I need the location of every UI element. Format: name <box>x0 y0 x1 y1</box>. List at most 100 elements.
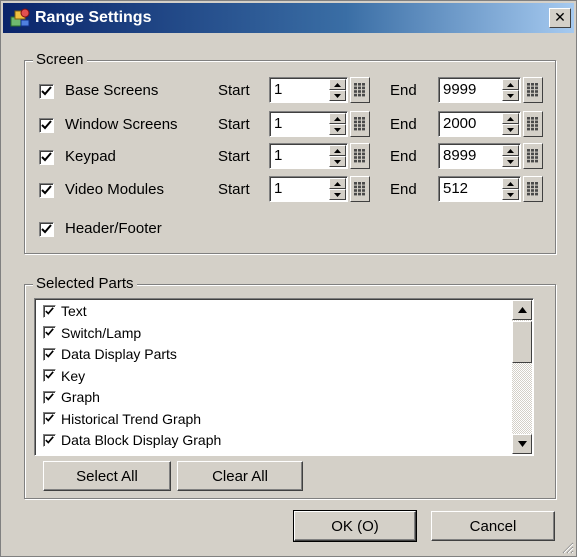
window-screens-start-spin-down[interactable] <box>329 124 346 135</box>
video-modules-end-spin-up[interactable] <box>502 178 519 189</box>
spin-up-arrow-icon <box>507 116 514 121</box>
ok-button[interactable]: OK (O) <box>293 510 417 542</box>
checkmark-icon <box>41 86 52 96</box>
list-item[interactable]: Data Block Display Graph <box>43 430 221 450</box>
window-screens-start-field[interactable]: 1 <box>269 111 348 137</box>
part-label: Graph <box>61 389 100 405</box>
spin-up-arrow-icon <box>334 181 341 186</box>
select-all-button[interactable]: Select All <box>43 461 171 491</box>
list-item[interactable]: Switch/Lamp <box>43 323 141 343</box>
window-screens-start-spin-up[interactable] <box>329 113 346 124</box>
part-checkbox[interactable] <box>43 412 56 425</box>
base-screens-start-value: 1 <box>274 81 283 98</box>
window-screens-start-label: Start <box>218 116 250 133</box>
checkmark-icon <box>45 371 54 379</box>
video-modules-start-spin-down[interactable] <box>329 189 346 200</box>
spin-up-arrow-icon <box>507 148 514 153</box>
scroll-up-button[interactable] <box>512 300 532 320</box>
keypad-start-field[interactable]: 1 <box>269 143 348 169</box>
part-checkbox[interactable] <box>43 326 56 339</box>
video-modules-checkbox[interactable] <box>39 183 54 198</box>
keypad-end-label: End <box>390 148 417 165</box>
list-item[interactable]: Historical Trend Graph <box>43 409 201 429</box>
clear-all-button[interactable]: Clear All <box>177 461 303 491</box>
close-button[interactable]: ✕ <box>549 8 571 28</box>
resize-grip-icon[interactable] <box>560 540 574 554</box>
base-screens-end-spin-up[interactable] <box>502 79 519 90</box>
parts-scrollbar[interactable] <box>512 300 532 454</box>
window-screens-checkbox[interactable] <box>39 118 54 133</box>
part-checkbox[interactable] <box>43 347 56 361</box>
header-footer-label: Header/Footer <box>65 220 162 237</box>
spin-down-arrow-icon <box>507 159 514 164</box>
keypad-checkbox[interactable] <box>39 150 54 165</box>
base-screens-end-label: End <box>390 82 417 99</box>
part-checkbox[interactable] <box>43 433 56 447</box>
spin-down-arrow-icon <box>334 159 341 164</box>
parts-listbox[interactable]: Text Switch/Lamp Data Display Parts Key … <box>34 298 534 456</box>
part-checkbox[interactable] <box>43 304 56 318</box>
video-modules-start-keypad-button[interactable] <box>350 176 370 202</box>
window-screens-end-spin-down[interactable] <box>502 124 519 135</box>
spin-down-arrow-icon <box>507 192 514 197</box>
window-screens-end-field[interactable]: 2000 <box>438 111 521 137</box>
keypad-end-value: 8999 <box>443 147 477 164</box>
video-modules-end-spin-down[interactable] <box>502 189 519 200</box>
window-screens-end-value: 2000 <box>443 115 477 132</box>
cancel-label: Cancel <box>469 517 517 535</box>
header-footer-checkbox[interactable] <box>39 222 54 237</box>
scroll-thumb[interactable] <box>512 321 532 363</box>
keypad-end-keypad-button[interactable] <box>523 143 543 169</box>
checkmark-icon <box>45 392 54 401</box>
base-screens-end-field[interactable]: 9999 <box>438 77 521 103</box>
keypad-end-spin-up[interactable] <box>502 145 519 156</box>
spin-down-arrow-icon <box>334 192 341 197</box>
video-modules-end-field[interactable]: 512 <box>438 176 521 202</box>
part-checkbox[interactable] <box>43 369 56 382</box>
base-screens-start-field[interactable]: 1 <box>269 77 348 103</box>
window-screens-start-keypad-button[interactable] <box>350 111 370 137</box>
base-screens-start-spin-down[interactable] <box>329 90 346 101</box>
video-modules-end-label: End <box>390 181 417 198</box>
window-screens-end-keypad-button[interactable] <box>523 111 543 137</box>
keypad-start-keypad-button[interactable] <box>350 143 370 169</box>
base-screens-end-keypad-button[interactable] <box>523 77 543 103</box>
base-screens-checkbox[interactable] <box>39 84 54 99</box>
part-checkbox[interactable] <box>43 390 56 404</box>
list-item[interactable]: Key <box>43 366 85 386</box>
base-screens-end-spin-down[interactable] <box>502 90 519 101</box>
list-item[interactable]: Graph <box>43 387 100 407</box>
keypad-icon <box>354 182 365 196</box>
base-screens-start-keypad-button[interactable] <box>350 77 370 103</box>
keypad-start-label: Start <box>218 148 250 165</box>
keypad-start-spin-up[interactable] <box>329 145 346 156</box>
part-label: Data Block Display Graph <box>61 432 222 448</box>
base-screens-end-value: 9999 <box>443 81 477 98</box>
base-screens-start-spin-up[interactable] <box>329 79 346 90</box>
window-title: Range Settings <box>35 9 152 26</box>
keypad-icon <box>527 83 538 97</box>
spin-up-arrow-icon <box>334 82 341 87</box>
spin-down-arrow-icon <box>507 127 514 132</box>
spin-up-arrow-icon <box>334 116 341 121</box>
keypad-end-spin-down[interactable] <box>502 156 519 167</box>
part-label: Text <box>61 303 87 319</box>
checkmark-icon <box>41 224 52 234</box>
part-label: Switch/Lamp <box>61 324 142 341</box>
list-item[interactable]: Data Display Parts <box>43 344 177 364</box>
video-modules-start-value: 1 <box>274 180 283 197</box>
list-item[interactable]: Text <box>43 301 87 321</box>
video-modules-end-keypad-button[interactable] <box>523 176 543 202</box>
video-modules-label: Video Modules <box>65 181 164 198</box>
keypad-icon <box>527 182 538 196</box>
part-label: Data Display Parts <box>61 346 177 362</box>
video-modules-start-field[interactable]: 1 <box>269 176 348 202</box>
window-screens-end-spin-up[interactable] <box>502 113 519 124</box>
title-bar[interactable]: Range Settings ✕ <box>3 3 574 33</box>
keypad-start-spin-down[interactable] <box>329 156 346 167</box>
video-modules-start-spin-up[interactable] <box>329 178 346 189</box>
keypad-end-field[interactable]: 8999 <box>438 143 521 169</box>
cancel-button[interactable]: Cancel <box>431 511 555 541</box>
scroll-down-button[interactable] <box>512 434 532 454</box>
checkmark-icon <box>45 306 54 315</box>
